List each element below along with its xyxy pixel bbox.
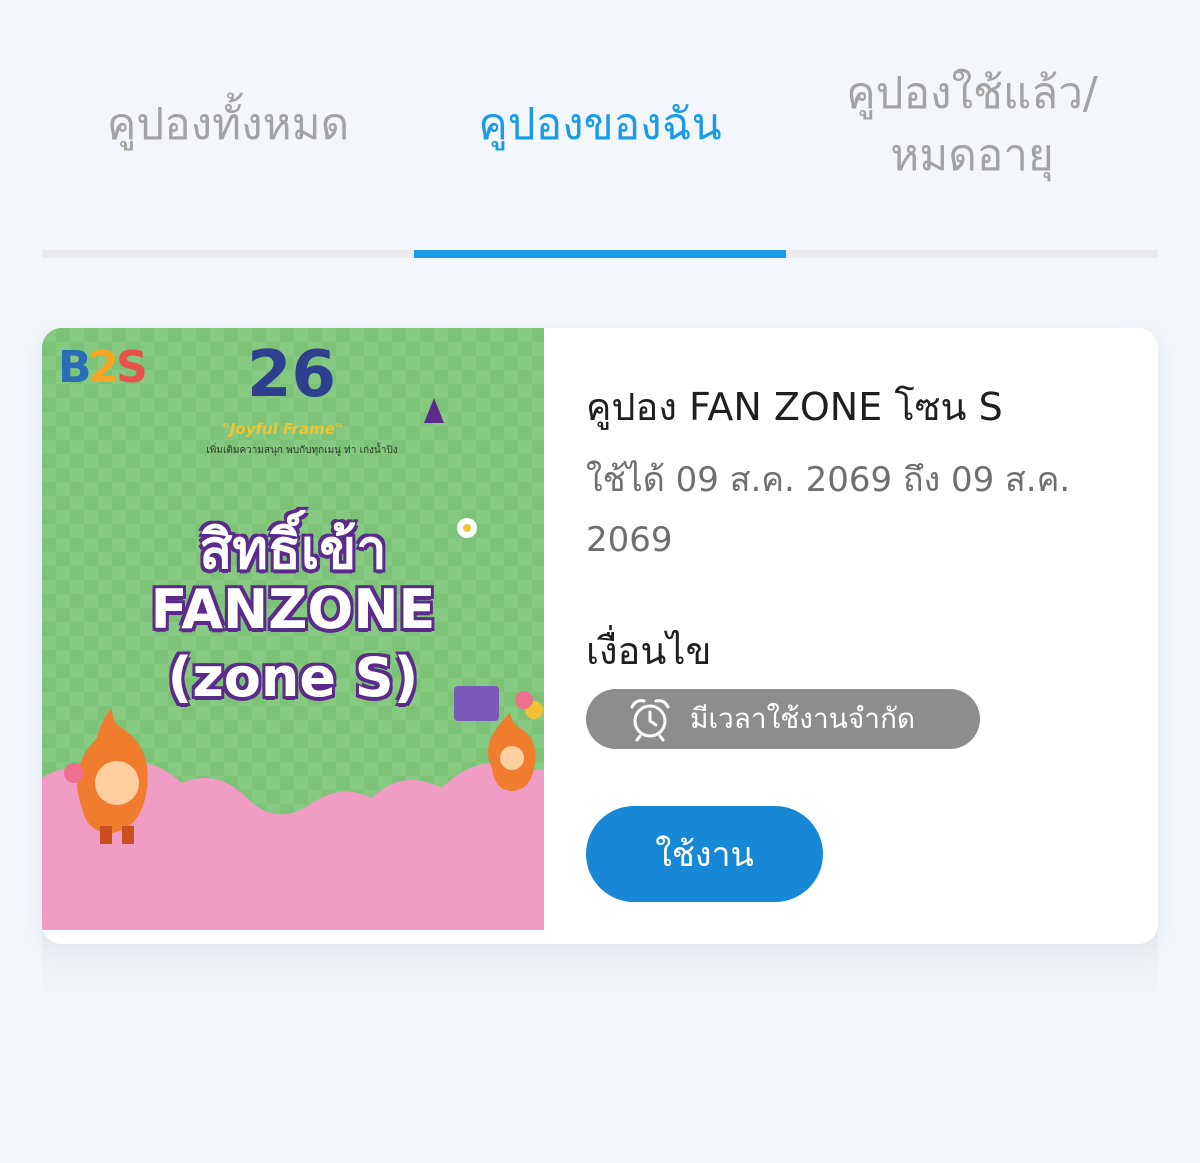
event-subtitle: เพิ่มเติมความสนุก พบกับทุกเมนู ท่า เก่งน… [206, 445, 398, 456]
tab-my-coupons[interactable]: คูปองของฉัน [414, 0, 786, 250]
condition-badge: มีเวลาใช้งานจำกัด [586, 689, 980, 749]
tab-my-coupons-label: คูปองของฉัน [478, 99, 722, 150]
promo-title-line2: FANZONE [150, 578, 436, 641]
logo-2: 2 [88, 342, 120, 393]
condition-label: เงื่อนไข [586, 629, 712, 673]
anniversary-logo: 26 [247, 338, 337, 412]
use-coupon-button[interactable]: ใช้งาน [586, 806, 823, 902]
condition-badge-label: มีเวลาใช้งานจำกัด [690, 702, 916, 735]
tab-used-expired-label-line2: หมดอายุ [890, 130, 1054, 181]
coupon-tabs: คูปองทั้งหมด คูปองของฉัน คูปองใช้แล้ว/ ห… [42, 0, 1158, 258]
coupon-title: คูปอง FAN ZONE โซน S [586, 385, 1003, 429]
coupon-image: B2S 26 "Joyful Frame" เพิ่มเติมความสนุก … [42, 328, 544, 930]
tab-used-expired-coupons[interactable]: คูปองใช้แล้ว/ หมดอายุ [786, 0, 1158, 250]
b2s-logo: B2S [58, 342, 148, 393]
coupon-validity: ใช้ได้ 09 ส.ค. 2069 ถึง 09 ส.ค. 2069 [586, 460, 1071, 560]
tab-all-coupons[interactable]: คูปองทั้งหมด [42, 0, 414, 250]
tab-all-coupons-label: คูปองทั้งหมด [106, 99, 350, 150]
logo-s: S [116, 342, 148, 393]
tab-active-indicator [414, 250, 786, 258]
event-name: "Joyful Frame" [222, 420, 343, 438]
alarm-clock-icon [630, 699, 670, 742]
logo-b: B [58, 342, 92, 393]
tab-used-expired-label-line1: คูปองใช้แล้ว/ [846, 68, 1098, 119]
coupon-card[interactable]: B2S 26 "Joyful Frame" เพิ่มเติมความสนุก … [42, 328, 1158, 944]
coupon-info: คูปอง FAN ZONE โซน S ใช้ได้ 09 ส.ค. 2069… [586, 328, 1146, 944]
promo-title-line3: (zone S) [167, 646, 419, 709]
